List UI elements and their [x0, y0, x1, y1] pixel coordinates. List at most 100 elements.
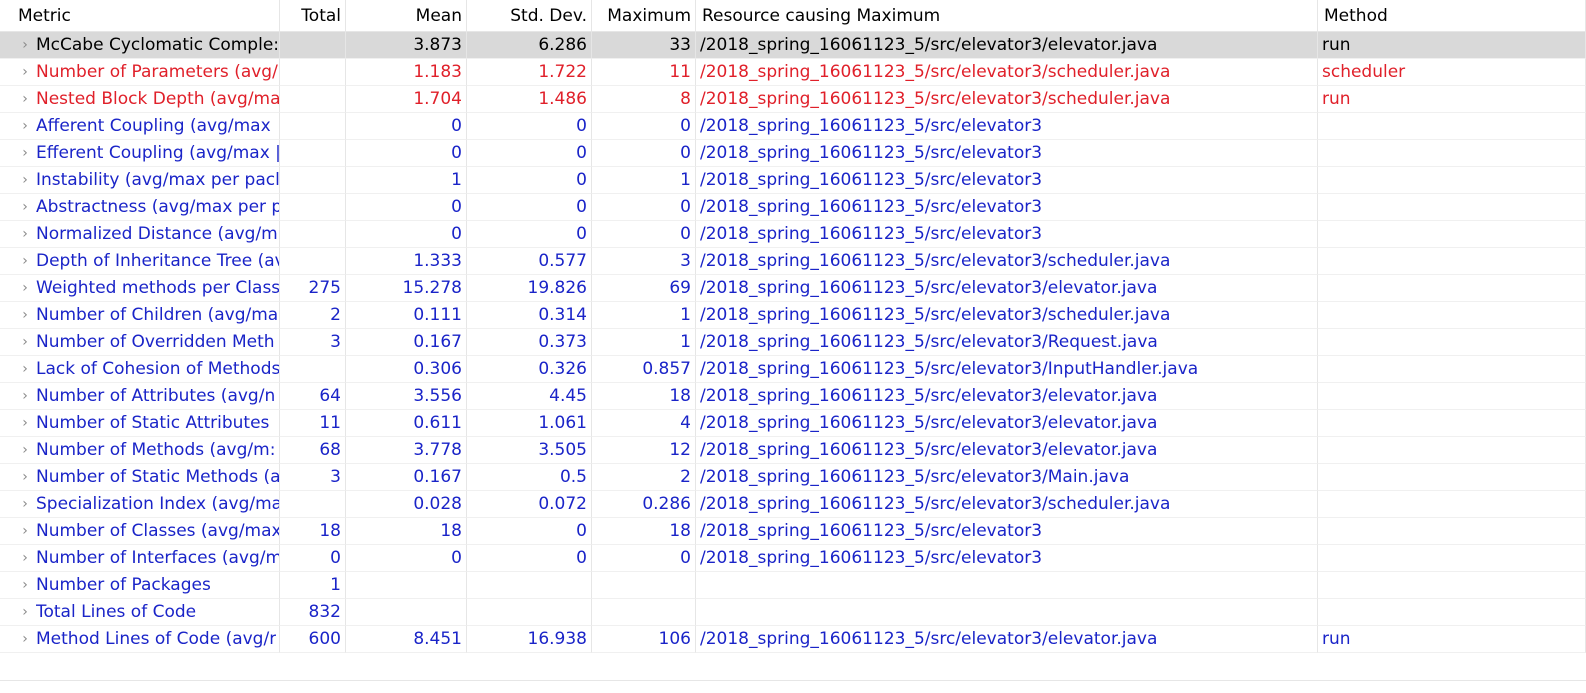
- cell-mean: 0: [346, 194, 467, 221]
- chevron-right-icon[interactable]: ›: [16, 464, 34, 490]
- cell-method: [1318, 356, 1586, 383]
- cell-method: [1318, 140, 1586, 167]
- table-row[interactable]: › Number of Static Methods (a 3 0.167 0.5 2/2…: [0, 464, 1586, 491]
- table-row[interactable]: › Lack of Cohesion of Methods 0.306 0.326 0.…: [0, 356, 1586, 383]
- chevron-right-icon[interactable]: ›: [16, 275, 34, 301]
- table-row[interactable]: › Number of Overridden Meth 3 0.167 0.373 1/2…: [0, 329, 1586, 356]
- cell-maximum: 1: [592, 167, 696, 194]
- chevron-right-icon[interactable]: ›: [16, 167, 34, 193]
- cell-resource: /2018_spring_16061123_5/src/elevator3: [696, 113, 1318, 140]
- cell-std-dev: 1.061: [467, 410, 592, 437]
- chevron-right-icon[interactable]: ›: [16, 194, 34, 220]
- cell-total: 3: [280, 329, 346, 356]
- column-header-resource[interactable]: Resource causing Maximum: [696, 0, 1318, 32]
- column-header-maximum[interactable]: Maximum: [592, 0, 696, 32]
- table-row[interactable]: › Number of Static Attributes 11 0.611 1.061…: [0, 410, 1586, 437]
- cell-maximum: 0: [592, 545, 696, 572]
- cell-metric: › Depth of Inheritance Tree (av: [0, 248, 280, 275]
- cell-resource: /2018_spring_16061123_5/src/elevator3/sc…: [696, 302, 1318, 329]
- table-row[interactable]: › Normalized Distance (avg/m 0 0 0/2018_spri…: [0, 221, 1586, 248]
- cell-metric: › Afferent Coupling (avg/max: [0, 113, 280, 140]
- cell-method: [1318, 464, 1586, 491]
- table-row[interactable]: › Number of Packages 1: [0, 572, 1586, 599]
- chevron-right-icon[interactable]: ›: [16, 518, 34, 544]
- cell-total: 11: [280, 410, 346, 437]
- metric-label: McCabe Cyclomatic Comple:: [36, 34, 279, 55]
- table-row[interactable]: › Nested Block Depth (avg/ma 1.704 1.486 8/2…: [0, 86, 1586, 113]
- chevron-right-icon[interactable]: ›: [16, 59, 34, 85]
- table-row[interactable]: › Number of Children (avg/ma 2 0.111 0.314 1/…: [0, 302, 1586, 329]
- table-row[interactable]: › Specialization Index (avg/ma 0.028 0.072 0…: [0, 491, 1586, 518]
- cell-mean: 8.451: [346, 626, 467, 653]
- table-header: Metric Total Mean Std. Dev. Maximum Reso…: [0, 0, 1586, 32]
- chevron-right-icon[interactable]: ›: [16, 572, 34, 598]
- chevron-right-icon[interactable]: ›: [16, 113, 34, 139]
- cell-mean: 3.778: [346, 437, 467, 464]
- cell-method: [1318, 410, 1586, 437]
- table-row[interactable]: › Abstractness (avg/max per p 0 0 0/2018_spr…: [0, 194, 1586, 221]
- cell-mean: 1: [346, 167, 467, 194]
- cell-metric: › Number of Methods (avg/m:: [0, 437, 280, 464]
- cell-std-dev: 3.505: [467, 437, 592, 464]
- table-row[interactable]: › Number of Interfaces (avg/m 0 0 0 0/2018_sp…: [0, 545, 1586, 572]
- table-row[interactable]: › McCabe Cyclomatic Comple: 3.873 6.286 33/2…: [0, 32, 1586, 59]
- metric-label: Lack of Cohesion of Methods: [36, 358, 279, 379]
- column-header-metric[interactable]: Metric: [0, 0, 280, 32]
- cell-mean: 1.704: [346, 86, 467, 113]
- column-header-std-dev[interactable]: Std. Dev.: [467, 0, 592, 32]
- chevron-right-icon[interactable]: ›: [16, 356, 34, 382]
- chevron-right-icon[interactable]: ›: [16, 545, 34, 571]
- metric-label: Number of Children (avg/ma: [36, 304, 279, 325]
- chevron-right-icon[interactable]: ›: [16, 86, 34, 112]
- chevron-right-icon[interactable]: ›: [16, 221, 34, 247]
- cell-mean: 0.611: [346, 410, 467, 437]
- chevron-right-icon[interactable]: ›: [16, 437, 34, 463]
- metric-label: Method Lines of Code (avg/r: [36, 628, 277, 649]
- table-row[interactable]: › Number of Classes (avg/max 18 18 0 18/2018_…: [0, 518, 1586, 545]
- cell-total: 2: [280, 302, 346, 329]
- cell-mean: 0: [346, 221, 467, 248]
- table-row[interactable]: › Afferent Coupling (avg/max 0 0 0/2018_spri…: [0, 113, 1586, 140]
- cell-std-dev: 0: [467, 221, 592, 248]
- chevron-right-icon[interactable]: ›: [16, 491, 34, 517]
- cell-mean: 0.306: [346, 356, 467, 383]
- table-row[interactable]: › Total Lines of Code 832: [0, 599, 1586, 626]
- cell-metric: › Number of Children (avg/ma: [0, 302, 280, 329]
- cell-metric: › Number of Attributes (avg/n: [0, 383, 280, 410]
- chevron-right-icon[interactable]: ›: [16, 410, 34, 436]
- chevron-right-icon[interactable]: ›: [16, 383, 34, 409]
- cell-std-dev: 0.326: [467, 356, 592, 383]
- chevron-right-icon[interactable]: ›: [16, 32, 34, 58]
- table-row[interactable]: › Method Lines of Code (avg/r 600 8.451 16.9…: [0, 626, 1586, 653]
- cell-resource: /2018_spring_16061123_5/src/elevator3/el…: [696, 410, 1318, 437]
- table-row[interactable]: › Number of Attributes (avg/n 64 3.556 4.45 1…: [0, 383, 1586, 410]
- cell-mean: [346, 599, 467, 626]
- chevron-right-icon[interactable]: ›: [16, 329, 34, 355]
- cell-maximum: 4: [592, 410, 696, 437]
- cell-total: 68: [280, 437, 346, 464]
- table-row[interactable]: › Efferent Coupling (avg/max | 0 0 0/2018_sp…: [0, 140, 1586, 167]
- cell-method: run: [1318, 86, 1586, 113]
- cell-method: [1318, 383, 1586, 410]
- chevron-right-icon[interactable]: ›: [16, 302, 34, 328]
- cell-method: [1318, 518, 1586, 545]
- cell-resource: [696, 572, 1318, 599]
- cell-resource: /2018_spring_16061123_5/src/elevator3/In…: [696, 356, 1318, 383]
- chevron-right-icon[interactable]: ›: [16, 626, 34, 652]
- table-row[interactable]: › Instability (avg/max per pacl 1 0 1/2018_s…: [0, 167, 1586, 194]
- chevron-right-icon[interactable]: ›: [16, 140, 34, 166]
- cell-mean: 0.167: [346, 329, 467, 356]
- cell-method: scheduler: [1318, 59, 1586, 86]
- chevron-right-icon[interactable]: ›: [16, 599, 34, 625]
- cell-mean: 0.111: [346, 302, 467, 329]
- column-header-total[interactable]: Total: [280, 0, 346, 32]
- table-row[interactable]: › Weighted methods per Class 275 15.278 19.8…: [0, 275, 1586, 302]
- column-header-mean[interactable]: Mean: [346, 0, 467, 32]
- cell-mean: [346, 572, 467, 599]
- table-row[interactable]: › Number of Methods (avg/m: 68 3.778 3.505 12…: [0, 437, 1586, 464]
- metric-label: Efferent Coupling (avg/max |: [36, 142, 279, 163]
- chevron-right-icon[interactable]: ›: [16, 248, 34, 274]
- table-row[interactable]: › Depth of Inheritance Tree (av 1.333 0.577…: [0, 248, 1586, 275]
- table-row[interactable]: › Number of Parameters (avg/1.183 1.722 11/…: [0, 59, 1586, 86]
- column-header-method[interactable]: Method: [1318, 0, 1586, 32]
